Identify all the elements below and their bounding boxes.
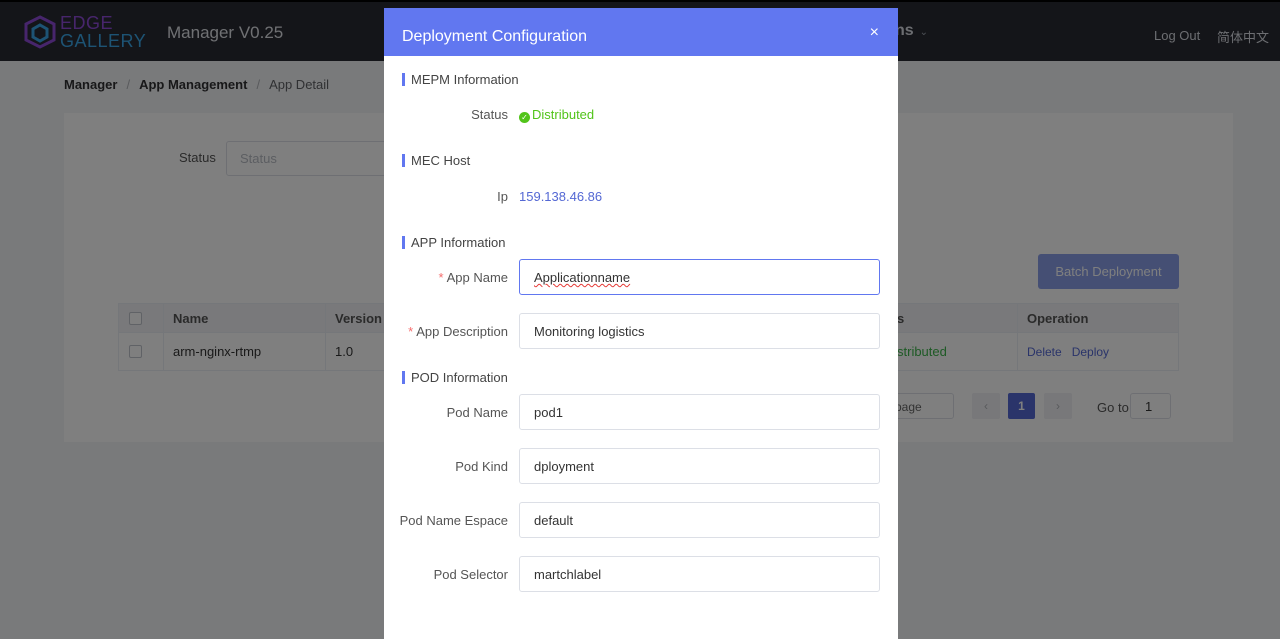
check-circle-icon: ✓ [519,112,530,123]
dialog-header: Deployment Configuration × [384,8,898,56]
status-value-text: Distributed [532,107,595,122]
pod-name-input[interactable]: pod1 [519,394,880,430]
pod-kind-input[interactable]: dployment [519,448,880,484]
ip-value: 159.138.46.86 [519,189,603,204]
app-description-label: * App Description [384,324,508,339]
pod-name-label: Pod Name [446,405,508,420]
app-name-label-text: App Name [446,270,508,285]
pod-selector-label: Pod Selector [433,567,508,582]
pod-kind-label: Pod Kind [455,459,508,474]
app-description-input[interactable]: Monitoring logistics [519,313,880,349]
pod-namespace-label: Pod Name Espace [399,513,508,528]
app-name-value: Applicationname [534,270,631,285]
section-app-information: APP Information [402,236,505,249]
required-mark: * [408,324,414,339]
app-name-label: * App Name [384,270,508,285]
section-mepm-information: MEPM Information [402,73,519,86]
deployment-config-dialog: Deployment Configuration × MEPM Informat… [384,8,898,639]
dialog-title: Deployment Configuration [402,28,587,45]
required-mark: * [438,270,444,285]
status-value: ✓ Distributed [519,107,594,123]
app-name-input[interactable]: Applicationname [519,259,880,295]
status-label: Status [471,107,508,122]
pod-selector-input[interactable]: martchlabel [519,556,880,592]
app-description-label-text: App Description [416,324,508,339]
close-icon[interactable]: × [870,24,879,42]
pod-namespace-input[interactable]: default [519,502,880,538]
ip-label: Ip [497,189,508,204]
section-mec-host: MEC Host [402,154,470,167]
section-pod-information: POD Information [402,371,508,384]
